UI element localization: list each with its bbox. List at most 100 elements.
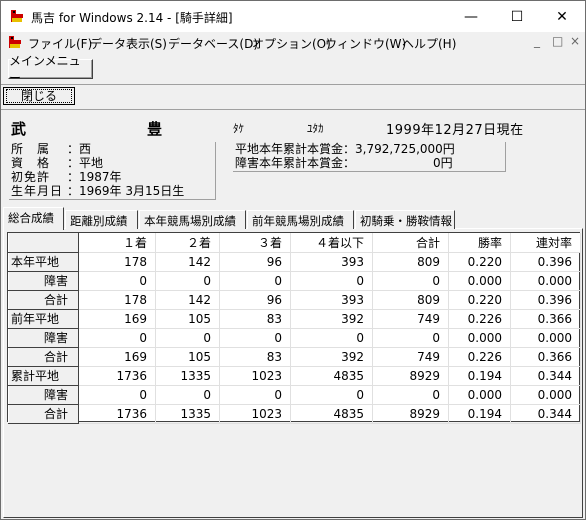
table-cell[interactable]: 0.000 xyxy=(448,271,511,291)
table-cell[interactable]: 0 xyxy=(219,385,291,405)
table-cell[interactable]: 0 xyxy=(155,271,220,291)
table-cell[interactable]: 0 xyxy=(155,385,220,405)
table-cell[interactable]: 809 xyxy=(372,252,449,272)
table-row[interactable]: 累計平地 1736 1335 1023 4835 8929 0.194 0.344 xyxy=(8,365,581,386)
table-cell[interactable]: 0 xyxy=(372,328,449,348)
table-cell[interactable]: 393 xyxy=(290,290,373,310)
menu-data-view[interactable]: データ表示(S) xyxy=(90,35,167,52)
menu-file[interactable]: ファイル(F) xyxy=(28,35,92,52)
table-cell[interactable]: 178 xyxy=(78,252,156,272)
table-cell[interactable]: 0.226 xyxy=(448,347,511,367)
table-cell[interactable]: 0 xyxy=(372,385,449,405)
tab-overall[interactable]: 総合成績 xyxy=(3,207,64,230)
table-cell[interactable]: 809 xyxy=(372,290,449,310)
table-cell[interactable]: 96 xyxy=(219,252,291,272)
table-cell[interactable]: 0 xyxy=(219,328,291,348)
table-cell[interactable]: 749 xyxy=(372,309,449,329)
stats-grid[interactable]: １着 ２着 ３着 ４着以下 合計 勝率 連対率 本年平地 178 142 96 393 8… xyxy=(7,232,581,424)
table-cell[interactable]: 0.000 xyxy=(448,328,511,348)
table-cell[interactable]: 8929 xyxy=(372,366,449,386)
table-cell[interactable]: 0.000 xyxy=(448,385,511,405)
table-row[interactable]: 本年平地 178 142 96 393 809 0.220 0.396 xyxy=(8,251,581,272)
table-row[interactable]: 障害 0 0 0 0 0 0.000 0.000 xyxy=(8,327,581,348)
affiliation-value: ：西 xyxy=(67,142,92,156)
table-cell[interactable]: 0.396 xyxy=(510,252,581,272)
table-cell[interactable]: 1736 xyxy=(78,404,156,424)
table-cell[interactable]: 178 xyxy=(78,290,156,310)
table-cell[interactable]: 105 xyxy=(155,347,220,367)
table-cell[interactable]: 0.366 xyxy=(510,309,581,329)
row-label: 合計 xyxy=(8,403,79,424)
main-menu-button[interactable]: メインメニュー xyxy=(8,54,93,85)
table-cell[interactable]: 0.396 xyxy=(510,290,581,310)
table-cell[interactable]: 1023 xyxy=(219,366,291,386)
jockey-given-name: 豊 xyxy=(147,120,163,138)
menu-window[interactable]: ウィンドウ(W) xyxy=(325,35,406,52)
document-horse-icon[interactable] xyxy=(7,34,23,50)
menu-help[interactable]: ヘルプ(H) xyxy=(402,35,456,52)
table-cell[interactable]: 0 xyxy=(290,271,373,291)
table-cell[interactable]: 169 xyxy=(78,309,156,329)
table-cell[interactable]: 0.220 xyxy=(448,290,511,310)
row-label: 前年平地 xyxy=(8,308,79,329)
tab-last-year-track[interactable]: 前年競馬場別成績 xyxy=(247,210,354,229)
table-cell[interactable]: 393 xyxy=(290,252,373,272)
table-cell[interactable]: 96 xyxy=(219,290,291,310)
table-row[interactable]: 合計 169 105 83 392 749 0.226 0.366 xyxy=(8,346,581,367)
table-cell[interactable]: 0.344 xyxy=(510,366,581,386)
table-cell[interactable]: 1023 xyxy=(219,404,291,424)
table-row[interactable]: 合計 178 142 96 393 809 0.220 0.396 xyxy=(8,289,581,310)
table-row[interactable]: 障害 0 0 0 0 0 0.000 0.000 xyxy=(8,384,581,405)
column-header: ３着 xyxy=(219,233,291,253)
table-cell[interactable]: 83 xyxy=(219,347,291,367)
close-button[interactable]: 閉じる xyxy=(3,87,75,105)
row-label: 累計平地 xyxy=(8,365,79,386)
mdi-restore-button[interactable]: □ xyxy=(552,34,563,48)
table-cell[interactable]: 392 xyxy=(290,309,373,329)
table-cell[interactable]: 0.344 xyxy=(510,404,581,424)
table-cell[interactable]: 0.000 xyxy=(510,385,581,405)
table-row[interactable]: 合計 1736 1335 1023 4835 8929 0.194 0.344 xyxy=(8,403,581,424)
table-cell[interactable]: 83 xyxy=(219,309,291,329)
table-row[interactable]: 前年平地 169 105 83 392 749 0.226 0.366 xyxy=(8,308,581,329)
table-cell[interactable]: 169 xyxy=(78,347,156,367)
table-cell[interactable]: 0 xyxy=(290,385,373,405)
table-cell[interactable]: 0.220 xyxy=(448,252,511,272)
table-cell[interactable]: 749 xyxy=(372,347,449,367)
tab-this-year-track[interactable]: 本年競馬場別成績 xyxy=(139,210,246,229)
table-cell[interactable]: 0 xyxy=(78,328,156,348)
table-cell[interactable]: 105 xyxy=(155,309,220,329)
table-cell[interactable]: 4835 xyxy=(290,404,373,424)
close-window-button[interactable]: ✕ xyxy=(539,1,585,32)
tab-distance[interactable]: 距離別成績 xyxy=(65,210,138,229)
mdi-minimize-button[interactable]: _ xyxy=(534,34,540,48)
table-row[interactable]: 障害 0 0 0 0 0 0.000 0.000 xyxy=(8,270,581,291)
table-cell[interactable]: 1335 xyxy=(155,404,220,424)
table-cell[interactable]: 0 xyxy=(78,271,156,291)
tab-first-ride-wins[interactable]: 初騎乗・勝鞍情報 xyxy=(355,210,455,229)
table-cell[interactable]: 0 xyxy=(290,328,373,348)
table-cell[interactable]: 392 xyxy=(290,347,373,367)
table-cell[interactable]: 0.194 xyxy=(448,366,511,386)
table-cell[interactable]: 0 xyxy=(155,328,220,348)
table-cell[interactable]: 0.194 xyxy=(448,404,511,424)
table-cell[interactable]: 142 xyxy=(155,252,220,272)
table-cell[interactable]: 0 xyxy=(372,271,449,291)
table-cell[interactable]: 0.000 xyxy=(510,271,581,291)
title-bar[interactable]: 馬吉 for Windows 2.14 - [騎手詳細] — ☐ ✕ xyxy=(1,1,585,32)
mdi-close-button[interactable]: × xyxy=(570,34,580,48)
table-cell[interactable]: 0 xyxy=(78,385,156,405)
table-cell[interactable]: 4835 xyxy=(290,366,373,386)
table-cell[interactable]: 8929 xyxy=(372,404,449,424)
maximize-button[interactable]: ☐ xyxy=(494,1,540,32)
menu-options[interactable]: オプション(O) xyxy=(252,35,331,52)
menu-database[interactable]: データベース(D) xyxy=(168,35,258,52)
table-cell[interactable]: 0.000 xyxy=(510,328,581,348)
table-cell[interactable]: 142 xyxy=(155,290,220,310)
table-cell[interactable]: 0 xyxy=(219,271,291,291)
table-cell[interactable]: 1736 xyxy=(78,366,156,386)
table-cell[interactable]: 1335 xyxy=(155,366,220,386)
table-cell[interactable]: 0.366 xyxy=(510,347,581,367)
minimize-button[interactable]: — xyxy=(448,1,494,32)
table-cell[interactable]: 0.226 xyxy=(448,309,511,329)
